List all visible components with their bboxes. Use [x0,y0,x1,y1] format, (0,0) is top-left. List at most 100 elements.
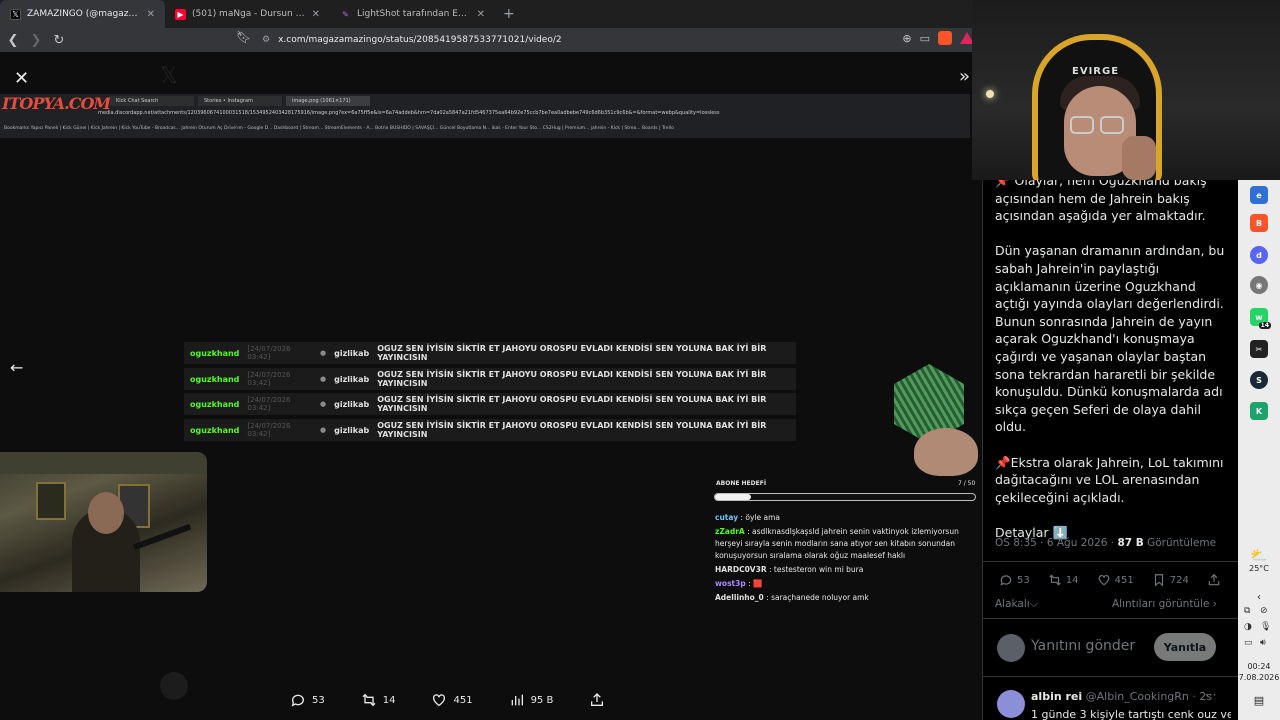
volume-icon[interactable]: 🔊︎ [1260,638,1266,648]
weather-temperature[interactable]: 25°C [1238,564,1280,573]
edge-icon[interactable]: e [1250,186,1268,204]
close-icon[interactable]: ✕ [14,68,29,89]
kick-chat-line: wost3p : 🟥 [715,579,763,588]
microphone-icon[interactable]: 🎙︎ [1260,622,1271,632]
avatar[interactable] [997,634,1025,662]
kick-chat-overlay: cutay : öyle ama zZadrA : asdlknasdlşkaş… [715,512,965,606]
avatar[interactable] [997,690,1025,718]
tray-app-icon[interactable]: ⊘ [1260,606,1268,616]
obs-icon[interactable]: ◉ [1250,276,1268,294]
repost-action[interactable]: 14 [361,692,396,708]
views-action[interactable]: 95 B [509,692,553,708]
streamer-webcam: EVIRGE [972,0,1280,180]
views-icon [511,694,523,706]
notification-icon[interactable]: ▤ [1238,694,1280,707]
brave-shield-icon[interactable] [938,31,952,45]
share-icon [1208,573,1220,586]
expand-panel-icon[interactable]: » [959,66,970,87]
kick-chat-user: Adellinho_0 [715,593,764,602]
url-text: x.com/magazamazingo/status/2085419587533… [278,35,562,45]
like-count: 451 [453,694,473,706]
reply-button[interactable]: Yanıtla [1154,633,1216,661]
whatsapp-badge: 14 [1258,322,1271,329]
like-action[interactable]: 451 [431,692,473,708]
kick-chat-text: 🟥 [753,579,763,588]
chat-timestamp: [24/07/2026 03:42] [247,371,291,387]
divider [983,561,1239,562]
tray-app-icon[interactable]: ⧉ [1244,606,1250,616]
reply-author-handle[interactable]: @Albin_CookingRn · 2s [1086,690,1212,703]
video-inner-tab: image.png (1061×171) [286,96,370,106]
video-chat-line: oguzkhand [24/07/2026 03:42] ● gizlikab … [184,393,796,415]
video-chat-line: oguzkhand [24/07/2026 03:42] ● gizlikab … [184,419,796,441]
network-icon[interactable]: ▭ [1244,638,1253,648]
tweet-reply-button[interactable]: 53 [999,573,1030,587]
address-bar[interactable]: ⚙ x.com/magazamazingo/status/20854195875… [262,31,882,49]
tweet-bookmark-count: 724 [1169,574,1189,586]
browser-tab-x[interactable]: 𝕏 ZAMAZİNGO (@magazamazingo) ✕ [0,0,165,28]
bookmark-icon[interactable]: 🔖︎ [236,30,251,44]
kick-chat-user: wost3p [715,579,746,588]
site-info-icon[interactable]: ⚙ [262,35,270,45]
cast-icon[interactable]: ▭ [920,32,930,45]
reply-icon [291,694,304,707]
clock-time[interactable]: 00:24 [1238,662,1280,671]
back-icon[interactable]: ❮ [3,30,23,50]
windows-taskbar: e B d ◉ w 14 ✂ S K ⛅ 25°C ‹ ⧉ ⊘ ◑ 🎙︎ ▭ 🔊︎… [1238,180,1280,720]
browser-tab-youtube[interactable]: ▶ (501) maNga - Dursun Zaman ft. Gökhan … [165,0,330,28]
chat-timestamp: [24/07/2026 03:42] [247,422,291,438]
reply-action[interactable]: 53 [290,692,325,708]
whatsapp-icon[interactable]: w 14 [1250,308,1271,329]
view-quotes-link[interactable]: Alıntıları görüntüle › [1112,598,1217,611]
relevance-dropdown[interactable]: Alakalı⌵ [995,598,1038,611]
forward-icon[interactable]: ❯ [26,30,46,50]
video-inner-bookmarks: Bookmarks Yapıcı Paneli | Kick Günel | K… [4,126,674,131]
repost-count: 14 [382,694,396,706]
tray-app-icon[interactable]: ◑ [1244,622,1252,632]
tweet-share-button[interactable] [1207,573,1221,587]
previous-media-icon[interactable]: ← [10,358,23,377]
video-inner-tabs: Kick Chat Search Stories • Instagram ima… [110,96,370,106]
clock-date[interactable]: 7.08.2026 [1238,673,1280,682]
capcut-icon[interactable]: ✂ [1250,340,1268,358]
heart-icon [1098,575,1109,586]
reply-author-name[interactable]: albin rei [1031,690,1082,703]
close-tab-icon[interactable]: ✕ [147,9,155,20]
brave-icon[interactable]: B [1250,214,1268,232]
tweet-like-count: 451 [1114,574,1134,586]
tweet-paragraph: 📌Ekstra olarak Jahrein, LoL takımını dağ… [995,454,1224,505]
media-action-bar: 53 14 451 95 B [290,692,641,708]
discord-icon[interactable]: d [1250,246,1268,264]
tray-chevron-icon[interactable]: ‹ [1238,592,1280,603]
streamer-hand [1122,136,1156,180]
kick-chat-user: zZadrA [715,527,745,536]
close-tab-icon[interactable]: ✕ [312,9,320,20]
tweet-time[interactable]: ÖS 8:35 · 6 Ağu 2026 · [995,537,1117,549]
reply-header: albin rei @Albin_CookingRn · 2s [1031,690,1231,703]
tweet-repost-button[interactable]: 14 [1048,573,1079,587]
sub-goal-count: 7 / 50 [958,480,976,487]
video-chat-line: oguzkhand [24/07/2026 03:42] ● gizlikab … [184,368,796,390]
new-tab-button[interactable]: + [495,6,523,22]
youtube-icon: ▶ [175,8,186,20]
zoom-icon[interactable]: ⊕ [902,32,911,45]
chat-username: oguzkhand [190,374,240,384]
hex-face [914,428,978,476]
sub-goal-label: ABONE HEDEFİ [716,480,767,487]
browser-tab-lightshot[interactable]: ✎ LightShot tarafından Ekran Görüntüsü ✕ [330,0,495,28]
reload-icon[interactable]: ↻ [49,30,69,50]
weather-icon[interactable]: ⛅ [1238,548,1280,564]
reply-input[interactable]: Yanıtını gönder [1031,638,1135,654]
bookmark-icon [1154,574,1163,587]
tweet-bookmark-button[interactable]: 724 [1152,573,1189,587]
share-action[interactable] [589,692,605,708]
media-viewer: 𝕏 ✕ » ITOPYA.COM Kick Chat Search Storie… [0,52,982,720]
lightshot-icon: ✎ [342,9,349,19]
steam-icon[interactable]: S [1250,371,1268,389]
tweet-like-button[interactable]: 451 [1097,573,1134,587]
reply-icon [1000,575,1012,586]
close-tab-icon[interactable]: ✕ [477,9,485,20]
tweet-paragraph: Dün yaşanan dramanın ardından, bu sabah … [995,243,1225,435]
more-icon[interactable]: ··· [1205,688,1216,702]
kick-icon[interactable]: K [1250,402,1268,420]
